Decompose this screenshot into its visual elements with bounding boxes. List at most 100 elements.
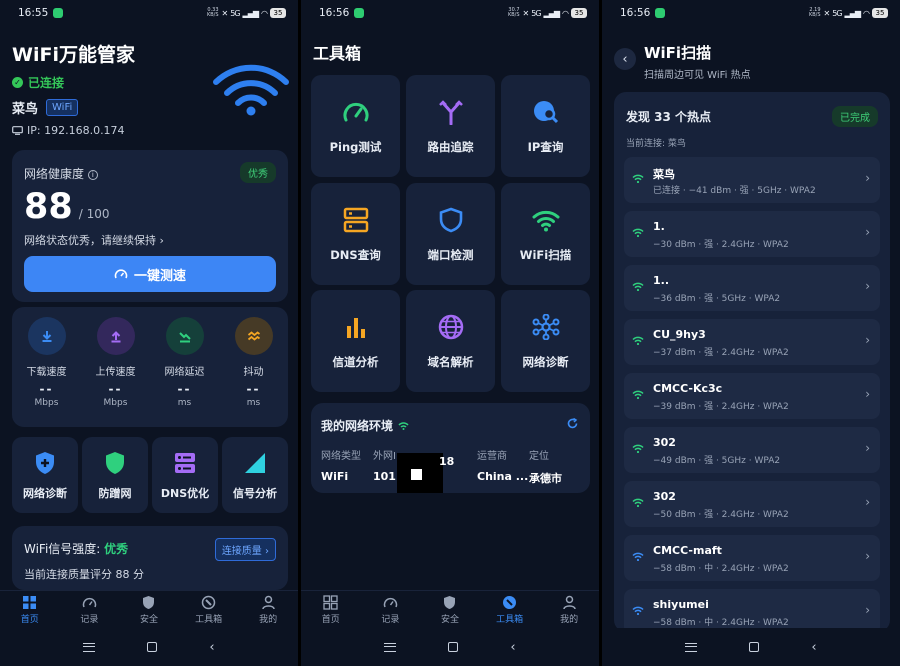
wifi-name: 302	[653, 436, 676, 449]
found-count: 发现 33 个热点	[626, 110, 712, 124]
chevron-right-icon: ›	[865, 495, 870, 509]
scan-results-card: 发现 33 个热点 已完成 当前连接: 菜鸟 菜鸟 已连接 · −41 dBm ·…	[614, 92, 890, 635]
wechat-notification-icon	[354, 8, 365, 18]
status-bar: 16:55 0.33 KB/S ✕ 5G ▂▄▆ ◠ 35	[0, 0, 298, 26]
menu-icon[interactable]	[685, 642, 698, 652]
tool-network-diagnose[interactable]: 网络诊断	[501, 290, 590, 392]
quick-signal-analysis[interactable]: 信号分析	[222, 437, 288, 513]
network-type: 5G	[832, 8, 842, 18]
network-type: 5G	[531, 8, 541, 18]
menu-icon[interactable]	[384, 642, 397, 652]
tab-security[interactable]: 安全	[119, 591, 179, 628]
health-badge: 优秀	[240, 162, 276, 183]
wifi-signal-icon	[632, 552, 644, 561]
home-screen: 16:55 0.33 KB/S ✕ 5G ▂▄▆ ◠ 35 WiFi万能管家 ✓ 已…	[0, 0, 298, 666]
tab-profile[interactable]: 我的	[539, 591, 599, 628]
quick-anti-leech[interactable]: 防蹭网	[82, 437, 148, 513]
page-subtitle: 扫描周边可见 WiFi 热点	[644, 70, 751, 81]
back-button[interactable]: ‹	[614, 48, 636, 70]
wifi-signal-icon	[632, 606, 644, 615]
wifi-list-item[interactable]: 302 −49 dBm · 强 · 5GHz · WPA2 ›	[624, 427, 880, 473]
quality-score-text: 当前连接质量评分 88 分	[24, 568, 144, 581]
bar-chart-icon	[346, 318, 365, 338]
refresh-icon[interactable]	[567, 418, 578, 429]
status-time: 16:56	[319, 7, 350, 19]
wifi-list-item[interactable]: 302 −50 dBm · 强 · 2.4GHz · WPA2 ›	[624, 481, 880, 527]
current-connection: 当前连接: 菜鸟	[626, 139, 686, 149]
tab-home[interactable]: 首页	[0, 591, 60, 628]
stat-upload: 上传速度 -- Mbps	[81, 317, 150, 408]
wifi-list-item[interactable]: 1. −30 dBm · 强 · 2.4GHz · WPA2 ›	[624, 211, 880, 257]
home-square-icon[interactable]	[448, 642, 459, 652]
wifi-list-item[interactable]: CMCC-Kc3c −39 dBm · 强 · 2.4GHz · WPA2 ›	[624, 373, 880, 419]
tool-ip-lookup[interactable]: IP查询	[501, 75, 590, 177]
connection-quality-button[interactable]: 连接质量 ›	[214, 538, 276, 561]
col-location: 定位 承德市	[529, 451, 562, 485]
battery-icon: 35	[571, 8, 587, 18]
tool-domain-resolve[interactable]: 域名解析	[406, 290, 495, 392]
tab-profile[interactable]: 我的	[238, 591, 298, 628]
back-icon[interactable]: ‹	[209, 640, 214, 655]
info-icon: i	[87, 170, 98, 180]
wifi-list-item[interactable]: CU_9hy3 −37 dBm · 强 · 2.4GHz · WPA2 ›	[624, 319, 880, 365]
signal-icon: ▂▄▆	[844, 8, 862, 18]
wifi-detail: −58 dBm · 中 · 2.4GHz · WPA2	[653, 564, 789, 574]
gauge-icon	[114, 269, 128, 279]
wifi-strength-text: WiFi信号强度: 优秀	[24, 542, 129, 556]
home-square-icon[interactable]	[147, 642, 158, 652]
monitor-icon	[12, 126, 23, 135]
wifi-list-item[interactable]: 1.. −36 dBm · 强 · 5GHz · WPA2 ›	[624, 265, 880, 311]
tool-channel-analysis[interactable]: 信道分析	[311, 290, 400, 392]
tab-security[interactable]: 安全	[420, 591, 480, 628]
tool-port-check[interactable]: 端口检测	[406, 183, 495, 285]
speed-stats-card: 下载速度 -- Mbps 上传速度 -- Mbps 网络延迟 -- ms 抖动 -- ms	[12, 307, 288, 427]
wifi-detail: −37 dBm · 强 · 2.4GHz · WPA2	[653, 348, 789, 358]
upload-icon	[96, 317, 135, 355]
grid-icon	[323, 594, 338, 610]
check-icon: ✓	[12, 77, 23, 88]
health-message[interactable]: 网络状态优秀，请继续保持 ›	[24, 232, 164, 248]
wifi-signal-icon	[632, 174, 644, 183]
quick-diagnose[interactable]: 网络诊断	[12, 437, 78, 513]
chevron-right-icon: ›	[865, 549, 870, 563]
jitter-icon	[234, 317, 273, 355]
tool-dns-lookup[interactable]: DNS查询	[311, 183, 400, 285]
tab-toolbox[interactable]: 工具箱	[179, 591, 239, 628]
wifi-detail: −30 dBm · 强 · 2.4GHz · WPA2	[653, 240, 789, 250]
quick-dns-optimize[interactable]: DNS优化	[152, 437, 218, 513]
tab-toolbox[interactable]: 工具箱	[480, 591, 540, 628]
back-icon[interactable]: ‹	[510, 640, 515, 655]
tab-home[interactable]: 首页	[301, 591, 361, 628]
status-time: 16:55	[18, 7, 49, 19]
gauge-icon	[343, 102, 368, 122]
chevron-right-icon: ›	[865, 603, 870, 617]
system-nav-bar: ‹	[602, 628, 900, 666]
wifi-name: CMCC-Kc3c	[653, 382, 723, 395]
battery-icon: 35	[872, 8, 888, 18]
wifi-list-item[interactable]: 菜鸟 已连接 · −41 dBm · 强 · 5GHz · WPA2 ›	[624, 157, 880, 203]
health-label: 网络健康度 i	[24, 165, 98, 182]
wifi-name: 1.	[653, 220, 665, 233]
home-square-icon[interactable]	[749, 642, 760, 652]
menu-icon[interactable]	[83, 642, 96, 652]
tool-ping[interactable]: Ping测试	[311, 75, 400, 177]
no-sim-icon: ✕	[522, 8, 530, 18]
tool-wifi-scan[interactable]: WiFi扫描	[501, 183, 590, 285]
wifi-name: shiyumei	[653, 598, 709, 611]
battery-icon: 35	[270, 8, 286, 18]
tool-traceroute[interactable]: 路由追踪	[406, 75, 495, 177]
server-icon	[343, 207, 368, 233]
wifi-detail: −36 dBm · 强 · 5GHz · WPA2	[653, 294, 781, 304]
speed-test-button[interactable]: 一键测速	[24, 256, 276, 292]
chevron-left-icon: ‹	[622, 51, 628, 67]
network-env-title: 我的网络环境	[321, 417, 409, 434]
scan-done-badge: 已完成	[832, 106, 878, 127]
wifi-list-item[interactable]: CMCC-maft −58 dBm · 中 · 2.4GHz · WPA2 ›	[624, 535, 880, 581]
no-sim-icon: ✕	[221, 8, 229, 18]
wifi-small-icon	[398, 421, 409, 430]
tab-records[interactable]: 记录	[60, 591, 120, 628]
toolbox-screen: 16:56 30.7 KB/S ✕ 5G ▂▄▆ ◠ 35 工具箱 Ping测试 …	[301, 0, 599, 666]
back-icon[interactable]: ‹	[811, 640, 816, 655]
tab-records[interactable]: 记录	[361, 591, 421, 628]
route-fork-icon	[438, 100, 463, 126]
